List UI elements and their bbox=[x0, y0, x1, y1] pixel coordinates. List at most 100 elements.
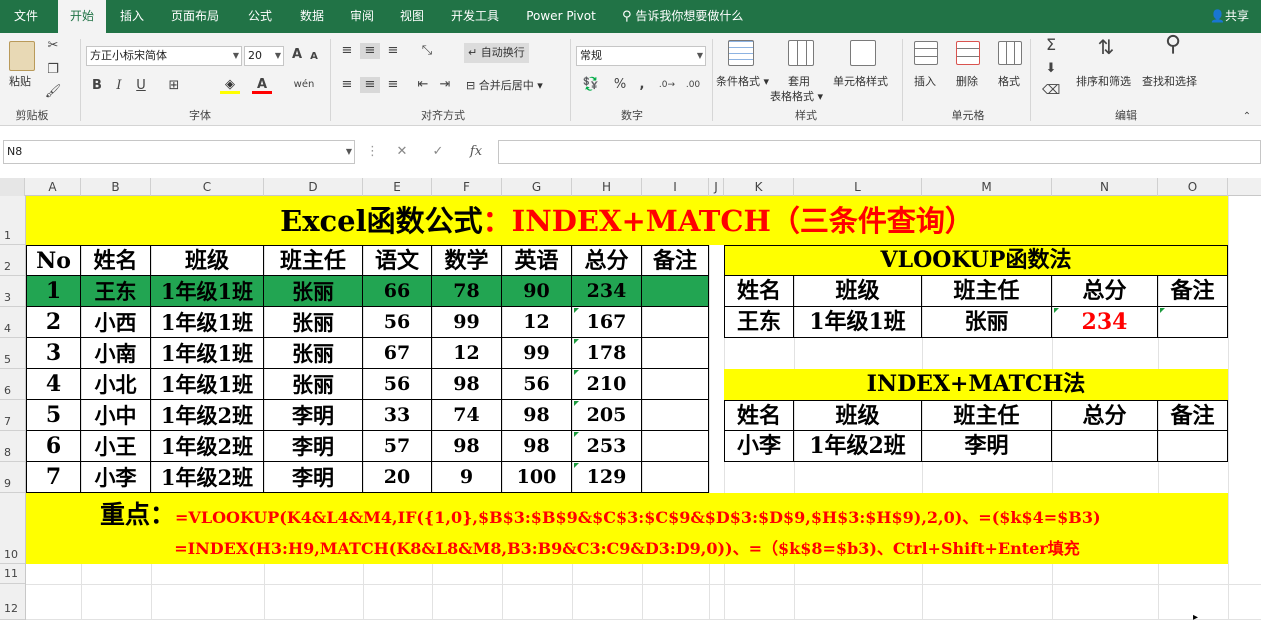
table-cell[interactable]: 234 bbox=[572, 276, 642, 307]
bold-button[interactable]: B bbox=[90, 78, 104, 94]
lookup-value-cell[interactable] bbox=[1158, 307, 1228, 338]
table-header-cell[interactable]: 姓名 bbox=[81, 245, 151, 276]
align-right-icon[interactable]: ≡ bbox=[384, 77, 402, 93]
paste-icon[interactable] bbox=[9, 41, 35, 71]
row-header-5[interactable]: 5 bbox=[0, 338, 25, 369]
table-cell[interactable]: 1年级1班 bbox=[151, 307, 264, 338]
cancel-icon[interactable]: ✕ bbox=[394, 144, 410, 160]
table-cell[interactable]: 张丽 bbox=[264, 276, 363, 307]
phonetic-icon[interactable]: wén bbox=[293, 77, 315, 93]
decrease-decimal-icon[interactable]: .00 bbox=[682, 77, 704, 93]
table-cell[interactable]: 1年级1班 bbox=[151, 338, 264, 369]
currency-icon[interactable]: 💱 bbox=[578, 77, 604, 93]
table-cell[interactable]: 210 bbox=[572, 369, 642, 400]
lookup-header-cell[interactable]: 班级 bbox=[794, 276, 922, 307]
lookup-header-cell[interactable]: 总分 bbox=[1052, 400, 1158, 431]
merge-center-button[interactable]: ⊟ 合并后居中 ▾ bbox=[466, 77, 543, 95]
row-header-2[interactable]: 2 bbox=[0, 245, 25, 276]
table-cell[interactable]: 张丽 bbox=[264, 369, 363, 400]
table-cell[interactable]: 1 bbox=[26, 276, 81, 307]
table-cell[interactable]: 57 bbox=[363, 431, 432, 462]
col-header-F[interactable]: F bbox=[432, 178, 502, 196]
table-header-cell[interactable]: 英语 bbox=[502, 245, 572, 276]
row-header-7[interactable]: 7 bbox=[0, 400, 25, 431]
increase-decimal-icon[interactable]: .0→ bbox=[656, 77, 678, 93]
table-cell[interactable]: 李明 bbox=[264, 462, 363, 493]
table-header-cell[interactable]: 班级 bbox=[151, 245, 264, 276]
table-cell[interactable]: 张丽 bbox=[264, 307, 363, 338]
autosum-button[interactable]: Σ bbox=[1042, 37, 1060, 53]
enter-icon[interactable]: ✓ bbox=[430, 144, 446, 160]
table-cell[interactable]: 小北 bbox=[81, 369, 151, 400]
insert-cells-button[interactable]: 插入 bbox=[914, 73, 936, 89]
col-header-J[interactable]: J bbox=[709, 178, 724, 196]
table-header-cell[interactable]: 总分 bbox=[572, 245, 642, 276]
fill-icon[interactable]: ⬇ bbox=[1042, 61, 1060, 77]
lookup-value-cell[interactable]: 1年级2班 bbox=[794, 431, 922, 462]
table-cell[interactable]: 3 bbox=[26, 338, 81, 369]
table-cell[interactable]: 33 bbox=[363, 400, 432, 431]
find-select-button[interactable]: 查找和选择 bbox=[1142, 73, 1197, 89]
lookup-header-cell[interactable]: 班级 bbox=[794, 400, 922, 431]
table-cell[interactable]: 7 bbox=[26, 462, 81, 493]
table-cell[interactable] bbox=[642, 369, 709, 400]
delete-cells-icon[interactable] bbox=[956, 41, 980, 65]
format-cells-icon[interactable] bbox=[998, 41, 1022, 65]
table-cell[interactable]: 129 bbox=[572, 462, 642, 493]
table-cell[interactable]: 1年级2班 bbox=[151, 431, 264, 462]
italic-button[interactable]: I bbox=[112, 78, 126, 94]
align-middle-icon[interactable]: ≡ bbox=[360, 43, 380, 59]
table-cell[interactable] bbox=[642, 276, 709, 307]
conditional-format-icon[interactable] bbox=[728, 40, 754, 66]
table-cell[interactable]: 12 bbox=[502, 307, 572, 338]
table-cell[interactable]: 66 bbox=[363, 276, 432, 307]
tell-me-search[interactable]: ⚲ 告诉我你想要做什么 bbox=[622, 0, 743, 33]
table-cell[interactable]: 小南 bbox=[81, 338, 151, 369]
magnifier-icon[interactable]: ⚲ bbox=[1160, 34, 1186, 56]
insert-function-icon[interactable]: fx bbox=[466, 144, 486, 160]
table-cell[interactable]: 100 bbox=[502, 462, 572, 493]
table-cell[interactable]: 90 bbox=[502, 276, 572, 307]
clear-icon[interactable]: ⌫ bbox=[1042, 83, 1060, 99]
table-cell[interactable] bbox=[642, 338, 709, 369]
tab-developer[interactable]: 开发工具 bbox=[444, 0, 506, 33]
lookup-value-cell[interactable]: 李明 bbox=[922, 431, 1052, 462]
align-center-icon[interactable]: ≡ bbox=[360, 77, 380, 93]
row-header-6[interactable]: 6 bbox=[0, 369, 25, 400]
sort-filter-icon[interactable]: ⇅ bbox=[1094, 37, 1118, 57]
col-header-K[interactable]: K bbox=[724, 178, 794, 196]
table-cell[interactable] bbox=[642, 400, 709, 431]
table-cell[interactable]: 小李 bbox=[81, 462, 151, 493]
row-header-9[interactable]: 9 bbox=[0, 462, 25, 493]
lookup-value-cell[interactable]: 1年级1班 bbox=[794, 307, 922, 338]
table-cell[interactable]: 5 bbox=[26, 400, 81, 431]
table-cell[interactable]: 178 bbox=[572, 338, 642, 369]
lookup-value-cell[interactable]: 小李 bbox=[724, 431, 794, 462]
tab-data[interactable]: 数据 bbox=[292, 0, 332, 33]
table-header-cell[interactable]: 备注 bbox=[642, 245, 709, 276]
tab-page-layout[interactable]: 页面布局 bbox=[162, 0, 228, 33]
delete-cells-button[interactable]: 删除 bbox=[956, 73, 978, 89]
tab-formulas[interactable]: 公式 bbox=[240, 0, 280, 33]
percent-button[interactable]: % bbox=[612, 77, 628, 93]
table-cell[interactable]: 李明 bbox=[264, 400, 363, 431]
table-header-cell[interactable]: 班主任 bbox=[264, 245, 363, 276]
cell-styles-button[interactable]: 单元格样式 bbox=[833, 73, 888, 89]
name-box[interactable]: N8 ▼ bbox=[3, 140, 355, 164]
table-cell[interactable]: 小西 bbox=[81, 307, 151, 338]
tab-review[interactable]: 审阅 bbox=[342, 0, 382, 33]
shrink-font-icon[interactable]: A bbox=[308, 49, 320, 65]
col-header-H[interactable]: H bbox=[572, 178, 642, 196]
table-cell[interactable] bbox=[642, 307, 709, 338]
increase-indent-icon[interactable]: ⇥ bbox=[436, 77, 454, 93]
lookup-header-cell[interactable]: 班主任 bbox=[922, 400, 1052, 431]
font-size-select[interactable]: 20 ▼ bbox=[244, 46, 284, 66]
col-header-A[interactable]: A bbox=[25, 178, 81, 196]
table-cell[interactable]: 20 bbox=[363, 462, 432, 493]
table-cell[interactable]: 6 bbox=[26, 431, 81, 462]
table-cell[interactable]: 98 bbox=[432, 369, 502, 400]
table-cell[interactable]: 9 bbox=[432, 462, 502, 493]
lookup-value-cell[interactable] bbox=[1158, 431, 1228, 462]
table-cell[interactable]: 1年级1班 bbox=[151, 276, 264, 307]
format-as-table-button[interactable]: 表格格式 ▾ bbox=[770, 88, 823, 104]
